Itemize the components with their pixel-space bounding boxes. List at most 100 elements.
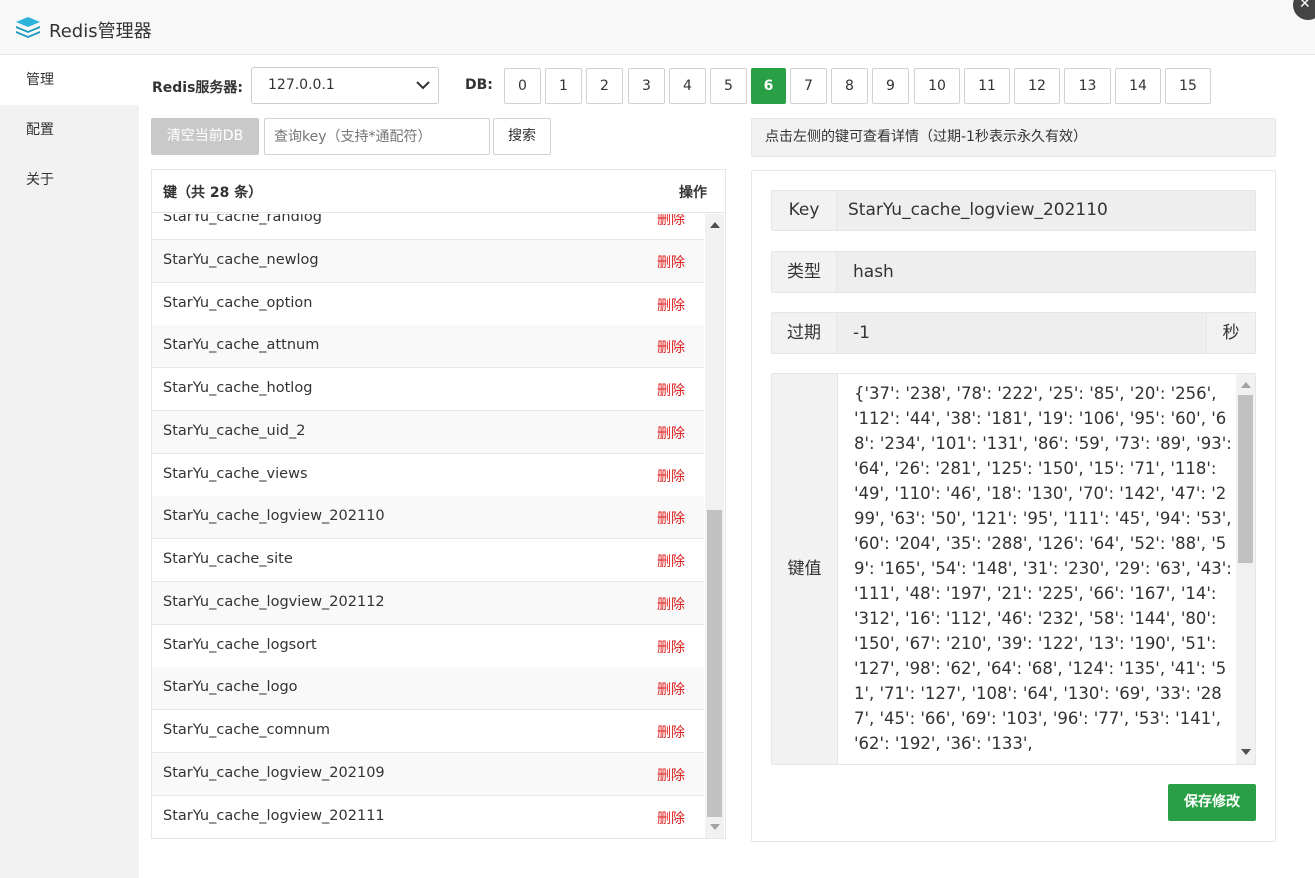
table-row[interactable]: StarYu_cache_logview_202110 删除 bbox=[152, 496, 704, 540]
delete-key-link[interactable]: 删除 bbox=[657, 722, 685, 742]
scroll-up-arrow-icon[interactable] bbox=[710, 222, 720, 228]
server-label: Redis服务器: bbox=[152, 80, 244, 96]
delete-key-link[interactable]: 删除 bbox=[657, 679, 685, 699]
key-name: StarYu_cache_attnum bbox=[163, 337, 320, 354]
table-row[interactable]: StarYu_cache_comnum 删除 bbox=[152, 710, 704, 753]
db-button-8[interactable]: 8 bbox=[831, 68, 868, 104]
scrollbar-thumb[interactable] bbox=[707, 510, 722, 817]
sidebar-item-label: 管理 bbox=[26, 72, 54, 88]
sidebar-item-manage[interactable]: 管理 bbox=[0, 55, 139, 105]
table-row[interactable]: StarYu_cache_uid_2 删除 bbox=[152, 410, 704, 454]
sidebar-item-label: 关于 bbox=[26, 172, 54, 188]
delete-key-link[interactable]: 删除 bbox=[657, 466, 685, 486]
key-name: StarYu_cache_views bbox=[163, 465, 308, 482]
table-row[interactable]: StarYu_cache_logview_202111 删除 bbox=[152, 796, 704, 838]
db-button-13[interactable]: 13 bbox=[1064, 68, 1111, 104]
key-list-scrollbar[interactable] bbox=[705, 214, 724, 838]
key-name: StarYu_cache_logview_202110 bbox=[163, 508, 385, 525]
sidebar-item-config[interactable]: 配置 bbox=[0, 105, 139, 155]
table-row[interactable]: StarYu_cache_randlog 删除 bbox=[152, 214, 704, 240]
column-header-key: 键（共 28 条） bbox=[163, 185, 263, 201]
db-button-6[interactable]: 6 bbox=[751, 68, 786, 104]
delete-key-link[interactable]: 删除 bbox=[657, 295, 685, 315]
key-name: StarYu_cache_comnum bbox=[163, 722, 331, 738]
key-list-header: 键（共 28 条） 操作 bbox=[152, 170, 725, 213]
value-textarea[interactable]: {'37': '238', '78': '222', '25': '85', '… bbox=[837, 373, 1256, 765]
db-button-7[interactable]: 7 bbox=[790, 68, 827, 104]
key-name: StarYu_cache_logview_202112 bbox=[163, 593, 385, 610]
db-button-12[interactable]: 12 bbox=[1014, 68, 1060, 104]
db-button-3[interactable]: 3 bbox=[628, 68, 665, 104]
scroll-down-arrow-icon[interactable] bbox=[1241, 749, 1251, 755]
value-text: {'37': '238', '78': '222', '25': '85', '… bbox=[854, 384, 1238, 753]
scroll-up-arrow-icon[interactable] bbox=[1241, 382, 1251, 388]
delete-key-link[interactable]: 删除 bbox=[657, 252, 685, 272]
key-name: StarYu_cache_hotlog bbox=[163, 380, 313, 396]
table-row[interactable]: StarYu_cache_option 删除 bbox=[152, 283, 704, 326]
delete-key-link[interactable]: 删除 bbox=[657, 423, 685, 443]
key-name: StarYu_cache_logview_202109 bbox=[163, 764, 385, 781]
expire-field-input[interactable]: -1 bbox=[837, 312, 1207, 354]
value-scrollbar[interactable] bbox=[1236, 374, 1255, 764]
db-button-9[interactable]: 9 bbox=[872, 68, 909, 104]
search-key-input[interactable] bbox=[264, 118, 490, 155]
clear-db-button[interactable]: 清空当前DB bbox=[151, 118, 259, 155]
type-field-label: 类型 bbox=[771, 251, 837, 293]
db-button-10[interactable]: 10 bbox=[914, 68, 960, 104]
table-row[interactable]: StarYu_cache_logo 删除 bbox=[152, 667, 704, 711]
search-button[interactable]: 搜索 bbox=[493, 118, 551, 155]
db-button-15[interactable]: 15 bbox=[1165, 68, 1211, 104]
type-field-value: hash bbox=[837, 251, 1256, 293]
delete-key-link[interactable]: 删除 bbox=[657, 508, 685, 528]
db-button-4[interactable]: 4 bbox=[669, 68, 706, 104]
key-name: StarYu_cache_randlog bbox=[163, 214, 322, 225]
db-button-2[interactable]: 2 bbox=[586, 68, 623, 104]
table-row[interactable]: StarYu_cache_logview_202112 删除 bbox=[152, 581, 704, 625]
key-field-label: Key bbox=[771, 190, 837, 231]
sidebar-item-about[interactable]: 关于 bbox=[0, 155, 139, 205]
server-select[interactable]: 127.0.0.1 bbox=[251, 67, 439, 104]
server-select-value: 127.0.0.1 bbox=[268, 77, 335, 93]
expire-field-label: 过期 bbox=[771, 312, 837, 354]
db-button-5[interactable]: 5 bbox=[710, 68, 747, 104]
delete-key-link[interactable]: 删除 bbox=[657, 214, 685, 229]
key-name: StarYu_cache_logsort bbox=[163, 636, 317, 653]
detail-hint: 点击左侧的键可查看详情（过期-1秒表示永久有效） bbox=[751, 118, 1276, 157]
column-header-action: 操作 bbox=[679, 185, 707, 201]
expire-unit-label: 秒 bbox=[1207, 312, 1256, 354]
key-name: StarYu_cache_option bbox=[163, 294, 313, 311]
db-label: DB: bbox=[465, 77, 493, 93]
window-title: Redis管理器 bbox=[49, 21, 152, 42]
table-row[interactable]: StarYu_cache_logsort 删除 bbox=[152, 625, 704, 668]
redis-logo-icon bbox=[16, 17, 40, 38]
table-row[interactable]: StarYu_cache_views 删除 bbox=[152, 454, 704, 497]
db-button-0[interactable]: 0 bbox=[504, 68, 541, 104]
table-row[interactable]: StarYu_cache_attnum 删除 bbox=[152, 325, 704, 369]
key-name: StarYu_cache_uid_2 bbox=[163, 422, 306, 439]
delete-key-link[interactable]: 删除 bbox=[657, 337, 685, 357]
key-list-rows: StarYu_cache_randlog 删除 StarYu_cache_newlo… bbox=[152, 214, 704, 838]
delete-key-link[interactable]: 删除 bbox=[657, 637, 685, 657]
table-row[interactable]: StarYu_cache_site 删除 bbox=[152, 539, 704, 582]
key-name: StarYu_cache_logview_202111 bbox=[163, 807, 385, 824]
key-name: StarYu_cache_site bbox=[163, 551, 293, 567]
scrollbar-thumb[interactable] bbox=[1238, 395, 1253, 563]
save-changes-button[interactable]: 保存修改 bbox=[1168, 784, 1256, 821]
db-button-14[interactable]: 14 bbox=[1115, 68, 1161, 104]
delete-key-link[interactable]: 删除 bbox=[657, 551, 685, 571]
value-field-label: 键值 bbox=[771, 373, 838, 765]
delete-key-link[interactable]: 删除 bbox=[657, 765, 685, 785]
table-row[interactable]: StarYu_cache_newlog 删除 bbox=[152, 239, 704, 283]
table-row[interactable]: StarYu_cache_hotlog 删除 bbox=[152, 368, 704, 411]
table-row[interactable]: StarYu_cache_logview_202109 删除 bbox=[152, 752, 704, 796]
delete-key-link[interactable]: 删除 bbox=[657, 808, 685, 828]
chevron-down-icon bbox=[416, 81, 430, 90]
key-field-value: StarYu_cache_logview_202110 bbox=[837, 190, 1256, 231]
scroll-down-arrow-icon[interactable] bbox=[710, 824, 720, 830]
db-button-11[interactable]: 11 bbox=[964, 68, 1010, 104]
delete-key-link[interactable]: 删除 bbox=[657, 380, 685, 400]
db-button-1[interactable]: 1 bbox=[545, 68, 582, 104]
sidebar: 管理 配置 关于 bbox=[0, 55, 139, 878]
key-list-table: 键（共 28 条） 操作 StarYu_cache_randlog 删除 StarY… bbox=[151, 169, 726, 839]
delete-key-link[interactable]: 删除 bbox=[657, 594, 685, 614]
